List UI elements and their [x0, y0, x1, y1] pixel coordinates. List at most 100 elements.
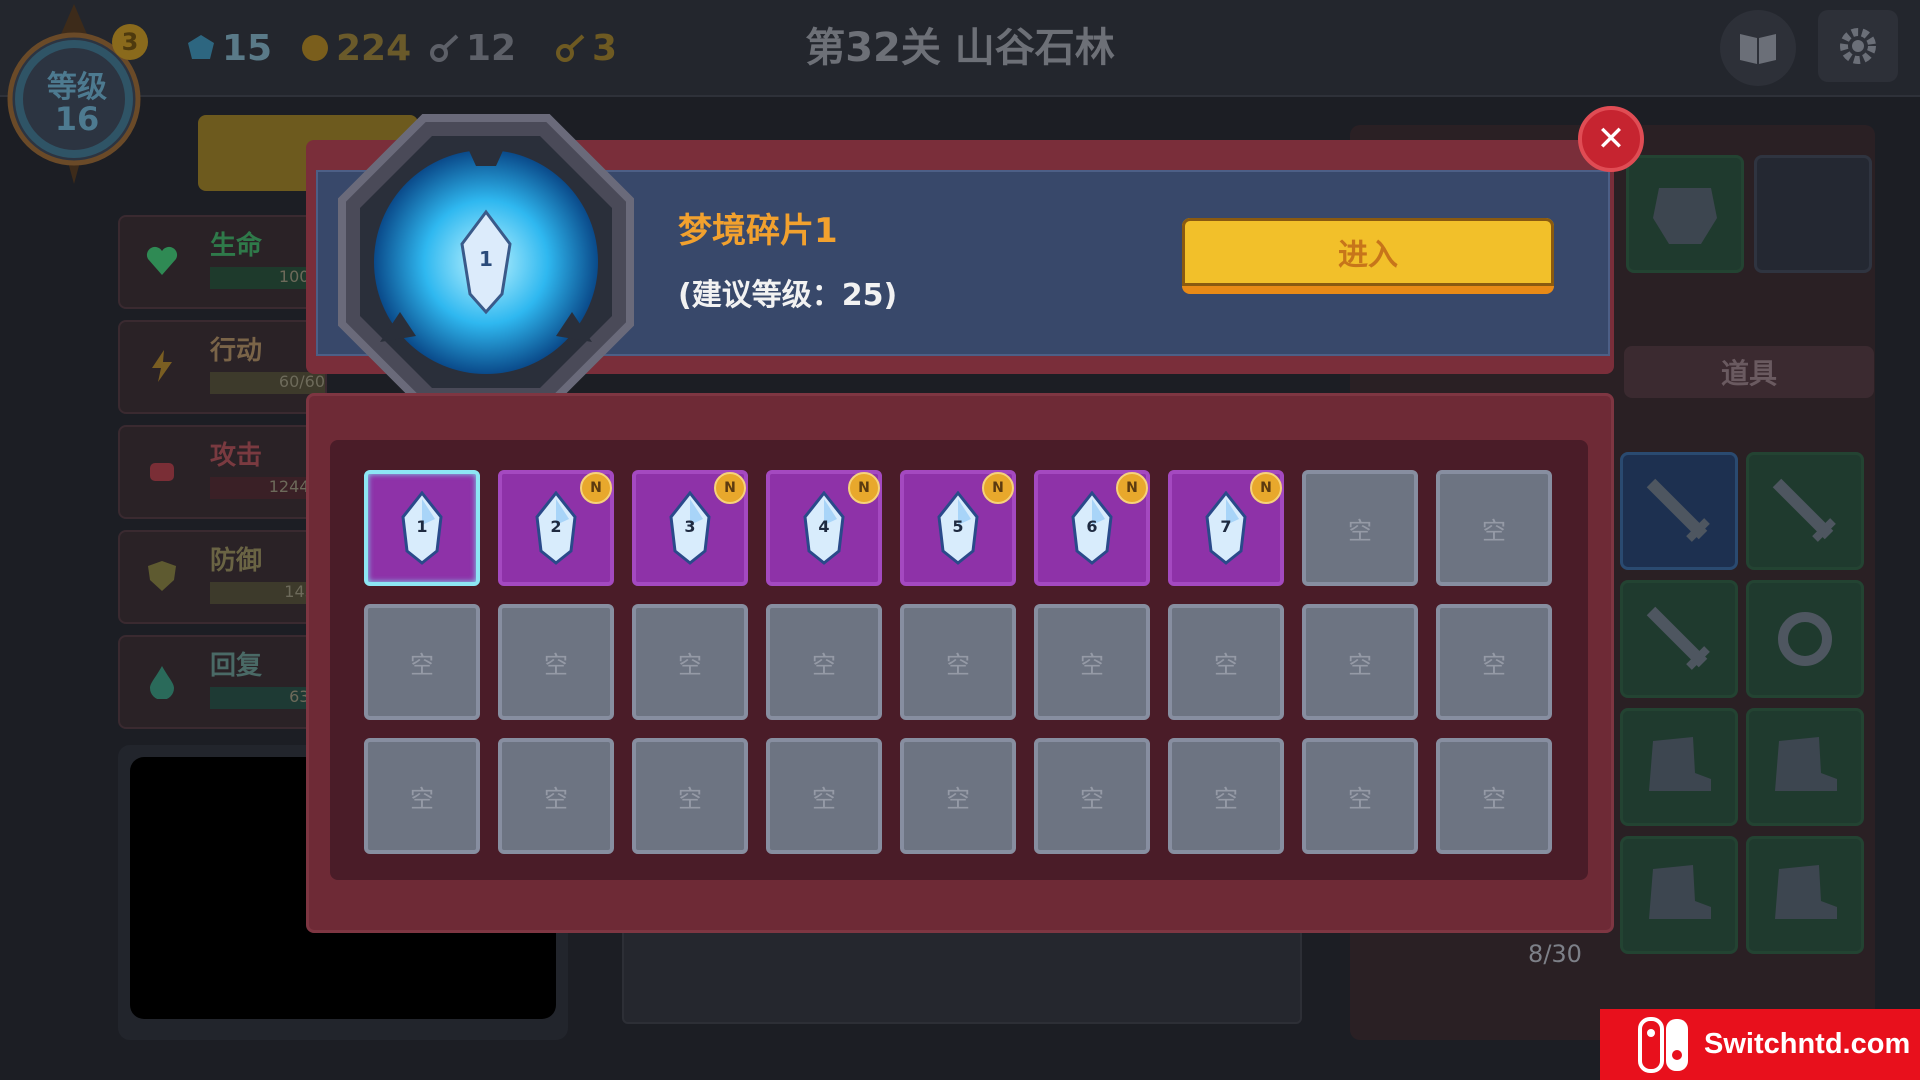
- tab-tools[interactable]: 道具: [1624, 346, 1874, 398]
- empty-slot[interactable]: 空: [1034, 604, 1150, 720]
- crystal-icon: 4: [801, 490, 847, 565]
- empty-slot[interactable]: 空: [1034, 738, 1150, 854]
- watermark-banner: Switchntd.com: [1600, 1009, 1920, 1080]
- empty-slot[interactable]: 空: [632, 738, 748, 854]
- new-badge: N: [848, 472, 880, 504]
- stat-bar: 60/60: [210, 372, 325, 394]
- empty-slot-label: 空: [1080, 784, 1104, 813]
- empty-slot[interactable]: 空: [1302, 470, 1418, 586]
- armor-slot[interactable]: [1626, 155, 1744, 273]
- inventory-item-boots[interactable]: [1746, 836, 1864, 954]
- empty-slot-label: 空: [1482, 784, 1506, 813]
- empty-slot[interactable]: 空: [900, 738, 1016, 854]
- settings-button[interactable]: [1818, 10, 1898, 82]
- sword-icon: [1646, 606, 1710, 670]
- empty-slot[interactable]: 空: [900, 604, 1016, 720]
- stat-label: 生命: [210, 231, 263, 261]
- coin-icon: [302, 35, 328, 61]
- stage-title: 第32关 山谷石林: [805, 25, 1115, 71]
- empty-slot-label: 空: [1482, 516, 1506, 545]
- level-badge[interactable]: 等级 16 3: [4, 4, 148, 184]
- empty-slot-label: 空: [410, 784, 434, 813]
- gem-icon: [188, 35, 214, 59]
- gold-key-icon: [556, 34, 585, 62]
- stat-label: 回复: [210, 651, 263, 681]
- empty-slot[interactable]: 空: [1436, 604, 1552, 720]
- empty-slot[interactable]: 空: [1168, 604, 1284, 720]
- recommended-level: (建议等级：25): [678, 278, 898, 313]
- crystal-icon: 1: [399, 490, 445, 565]
- inventory-item-boots[interactable]: [1620, 708, 1738, 826]
- empty-slot-label: 空: [812, 784, 836, 813]
- crystal-icon: 6: [1069, 490, 1115, 565]
- empty-slot[interactable]: 空: [364, 604, 480, 720]
- boots-icon: [1649, 865, 1711, 919]
- empty-slot[interactable]: 空: [498, 604, 614, 720]
- fragment-number: 6: [1086, 517, 1098, 536]
- ring-icon: [1778, 612, 1832, 666]
- new-badge: N: [1250, 472, 1282, 504]
- empty-slot-label: 空: [1080, 650, 1104, 679]
- drop-icon: [150, 666, 174, 699]
- inventory-item-boots[interactable]: [1746, 708, 1864, 826]
- inventory-item-ring[interactable]: [1746, 580, 1864, 698]
- silver-keys-value: 12: [466, 27, 517, 69]
- fragment-slot[interactable]: 7N: [1168, 470, 1284, 586]
- fragment-slot[interactable]: 4N: [766, 470, 882, 586]
- empty-slot[interactable]: 空: [1302, 738, 1418, 854]
- crystal-icon: 3: [667, 490, 713, 565]
- empty-slot[interactable]: 空: [1302, 604, 1418, 720]
- fragment-number: 5: [952, 517, 964, 536]
- fragment-slot[interactable]: 6N: [1034, 470, 1150, 586]
- empty-slot-label: 空: [1348, 516, 1372, 545]
- empty-slot-label: 空: [544, 784, 568, 813]
- gold-keys-counter: 3: [556, 24, 617, 72]
- empty-slot-label: 空: [678, 784, 702, 813]
- empty-slot-label: 空: [410, 650, 434, 679]
- stat-row-action: 行动 60/60: [118, 320, 327, 414]
- empty-slot[interactable]: 空: [364, 738, 480, 854]
- dream-portal: 1: [336, 112, 636, 412]
- inventory-item-boots[interactable]: [1620, 836, 1738, 954]
- fist-icon: [150, 463, 174, 481]
- fragment-number: 2: [550, 517, 562, 536]
- empty-slot[interactable]: 空: [498, 738, 614, 854]
- inventory-item-sword[interactable]: [1746, 452, 1864, 570]
- fragment-slot[interactable]: 1: [364, 470, 480, 586]
- inventory-item-sword[interactable]: [1620, 452, 1738, 570]
- level-value: 16: [54, 100, 100, 138]
- gems-counter: 15: [186, 24, 272, 72]
- armor-icon: [1653, 188, 1717, 244]
- silver-key-icon: [430, 34, 459, 62]
- empty-slot-label: 空: [1214, 784, 1238, 813]
- enter-button[interactable]: 进入: [1182, 218, 1554, 294]
- empty-slot[interactable]: 空: [1436, 470, 1552, 586]
- fragment-slot[interactable]: 3N: [632, 470, 748, 586]
- close-button[interactable]: ✕: [1578, 106, 1644, 172]
- empty-slot-label: 空: [812, 650, 836, 679]
- empty-slot-label: 空: [678, 650, 702, 679]
- heart-icon: [146, 246, 178, 275]
- fragment-slot[interactable]: 5N: [900, 470, 1016, 586]
- empty-equip-slot[interactable]: [1754, 155, 1872, 273]
- inventory-item-sword[interactable]: [1620, 580, 1738, 698]
- empty-slot[interactable]: 空: [766, 738, 882, 854]
- crystal-icon: 7: [1203, 490, 1249, 565]
- empty-slot[interactable]: 空: [1168, 738, 1284, 854]
- empty-slot-label: 空: [1482, 650, 1506, 679]
- lightning-icon: [152, 350, 172, 382]
- empty-slot-label: 空: [1348, 650, 1372, 679]
- crystal-icon: 5: [935, 490, 981, 565]
- empty-slot[interactable]: 空: [1436, 738, 1552, 854]
- stat-row-hp: 生命 100/1: [118, 215, 327, 309]
- book-button[interactable]: [1720, 10, 1796, 86]
- fragment-number: 1: [416, 517, 428, 536]
- silver-keys-counter: 12: [430, 24, 516, 72]
- empty-slot[interactable]: 空: [766, 604, 882, 720]
- stat-label: 防御: [210, 546, 263, 576]
- empty-slot-label: 空: [544, 650, 568, 679]
- empty-slot[interactable]: 空: [632, 604, 748, 720]
- fragment-slot[interactable]: 2N: [498, 470, 614, 586]
- description-panel: [622, 925, 1302, 1024]
- watermark-text: Switchntd.com: [1704, 1028, 1911, 1060]
